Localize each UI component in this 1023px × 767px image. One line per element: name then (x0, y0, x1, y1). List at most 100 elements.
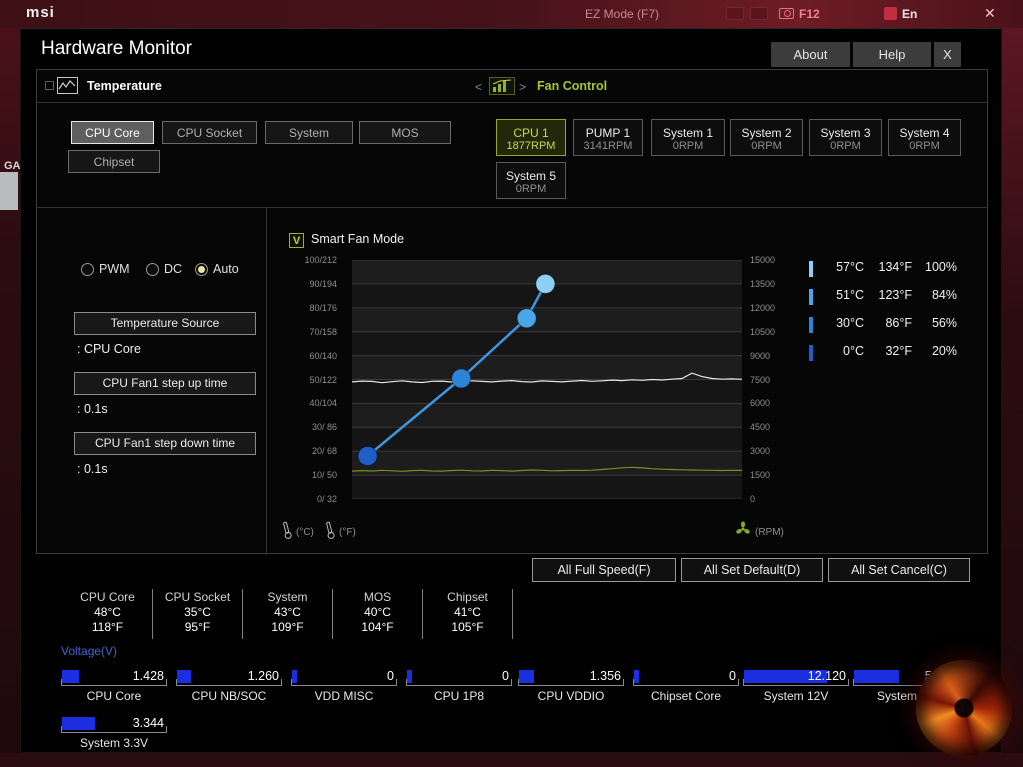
fan-tab-cpu1[interactable]: CPU 1 1877RPM (496, 119, 566, 156)
status-temp-name: CPU Core (63, 590, 152, 605)
voltage-gauge-cpu-core: 1.428 CPU Core (61, 666, 167, 710)
temperature-source-value: : CPU Core (77, 342, 141, 356)
about-button[interactable]: About (771, 42, 850, 67)
voltage-bar (854, 670, 899, 683)
radio-auto[interactable]: Auto (195, 262, 239, 276)
fan-name: System 1 (652, 126, 724, 140)
temperature-section-icon (45, 77, 79, 100)
voltage-name: System 12V (743, 689, 849, 703)
fan-tab-system1[interactable]: System 1 0RPM (651, 119, 725, 156)
fan-control-next-icon[interactable]: > (519, 80, 526, 94)
voltage-value: 12.120 (808, 669, 846, 683)
status-temp-system: System 43°C 109°F (243, 589, 333, 639)
step-down-time-button[interactable]: CPU Fan1 step down time (74, 432, 256, 455)
language-button[interactable]: En (902, 7, 917, 21)
help-button[interactable]: Help (853, 42, 931, 67)
background-side-text: GA (4, 160, 21, 172)
fan-tab-system2[interactable]: System 2 0RPM (730, 119, 803, 156)
temp-tab-system[interactable]: System (265, 121, 353, 144)
status-temp-cpu-socket: CPU Socket 35°C 95°F (153, 589, 243, 639)
radio-dc[interactable]: DC (146, 262, 182, 276)
voltage-value: 3.344 (133, 716, 164, 730)
axis-tick-label: 0/ 32 (317, 494, 337, 504)
temp-tab-chipset[interactable]: Chipset (68, 150, 160, 173)
axis-tick-label: 30/ 86 (312, 422, 337, 432)
section-divider (37, 207, 987, 208)
fan-name: System 2 (731, 126, 802, 140)
msi-logo: msi (26, 4, 55, 21)
legend-temp-c: 51°C (819, 288, 864, 302)
axis-tick-label: 4500 (750, 422, 770, 432)
voltage-value: 0 (502, 669, 509, 683)
fan-control-prev-icon[interactable]: < (475, 80, 482, 94)
topbar-tab-icon[interactable] (726, 7, 744, 20)
legend-row: 57°C 134°F 100% (809, 257, 959, 285)
thermometer-celsius-icon (280, 520, 295, 545)
topbar-tab-icon[interactable] (750, 7, 768, 20)
rpm-unit-label: (RPM) (755, 527, 784, 538)
hardware-monitor-window: Hardware Monitor About Help X Temperatur… (20, 28, 1002, 753)
legend-percent: 56% (915, 316, 957, 330)
axis-tick-label: 40/104 (309, 398, 337, 408)
all-set-cancel-button[interactable]: All Set Cancel(C) (828, 558, 970, 582)
axis-tick-label: 70/158 (309, 327, 337, 337)
voltage-bar (177, 670, 191, 683)
status-temp-f: 109°F (243, 620, 332, 635)
fan-rpm: 3141RPM (574, 140, 642, 152)
voltage-name: Chipset Core (633, 689, 739, 703)
voltage-bar (634, 670, 639, 683)
window-title: Hardware Monitor (41, 38, 192, 60)
fan-name: System 3 (810, 126, 881, 140)
fan-rpm: 0RPM (731, 140, 802, 152)
legend-color-bar (809, 289, 813, 305)
voltage-name: VDD MISC (291, 689, 397, 703)
legend-percent: 100% (915, 260, 957, 274)
voltage-bar (292, 670, 297, 683)
radio-pwm[interactable]: PWM (81, 262, 130, 276)
temp-tab-cpu-socket[interactable]: CPU Socket (162, 121, 257, 144)
screenshot-camera-icon[interactable] (779, 8, 794, 19)
status-temp-name: System (243, 590, 332, 605)
status-temp-name: Chipset (423, 590, 512, 605)
temp-tab-cpu-core[interactable]: CPU Core (71, 121, 154, 144)
all-set-default-button[interactable]: All Set Default(D) (681, 558, 823, 582)
legend-color-bar (809, 261, 813, 277)
legend-temp-c: 30°C (819, 316, 864, 330)
voltage-name: CPU VDDIO (518, 689, 624, 703)
axis-tick-label: 7500 (750, 375, 770, 385)
fan-tab-pump1[interactable]: PUMP 1 3141RPM (573, 119, 643, 156)
fan-tab-system4[interactable]: System 4 0RPM (888, 119, 961, 156)
voltage-gauge-cpu-1p8: 0 CPU 1P8 (406, 666, 512, 710)
fan-name: System 4 (889, 126, 960, 140)
language-flag-icon[interactable] (884, 7, 897, 20)
all-full-speed-button[interactable]: All Full Speed(F) (532, 558, 676, 582)
axis-tick-label: 9000 (750, 351, 770, 361)
radio-label: Auto (213, 262, 239, 276)
smart-fan-curve-chart[interactable] (352, 260, 742, 499)
step-up-time-button[interactable]: CPU Fan1 step up time (74, 372, 256, 395)
bios-close-icon[interactable]: ✕ (984, 5, 996, 22)
temp-tab-mos[interactable]: MOS (359, 121, 451, 144)
voltage-name: CPU Core (61, 689, 167, 703)
ez-mode-button[interactable]: EZ Mode (F7) (585, 7, 659, 21)
legend-row: 0°C 32°F 20% (809, 341, 959, 369)
smart-fan-label: Smart Fan Mode (311, 232, 404, 246)
screenshot-key-label[interactable]: F12 (799, 7, 820, 21)
fan-curve-legend: 57°C 134°F 100% 51°C 123°F 84% 30°C 86°F… (809, 257, 959, 369)
close-window-button[interactable]: X (934, 42, 961, 67)
controls-chart-divider (266, 207, 267, 555)
bios-right-edge (1002, 28, 1023, 753)
axis-tick-label: 6000 (750, 398, 770, 408)
smart-fan-checkbox[interactable]: V (289, 233, 304, 248)
legend-temp-f: 123°F (867, 288, 912, 302)
voltage-name: System 3.3V (61, 736, 167, 750)
legend-temp-f: 32°F (867, 344, 912, 358)
fan-tab-system3[interactable]: System 3 0RPM (809, 119, 882, 156)
fan-rpm: 0RPM (810, 140, 881, 152)
voltage-bar (62, 717, 95, 730)
fan-tab-system5[interactable]: System 5 0RPM (496, 162, 566, 199)
temperature-source-button[interactable]: Temperature Source (74, 312, 256, 335)
legend-temp-f: 86°F (867, 316, 912, 330)
status-temp-c: 43°C (243, 605, 332, 620)
status-temperature-row: CPU Core 48°C 118°F CPU Socket 35°C 95°F… (63, 589, 513, 639)
